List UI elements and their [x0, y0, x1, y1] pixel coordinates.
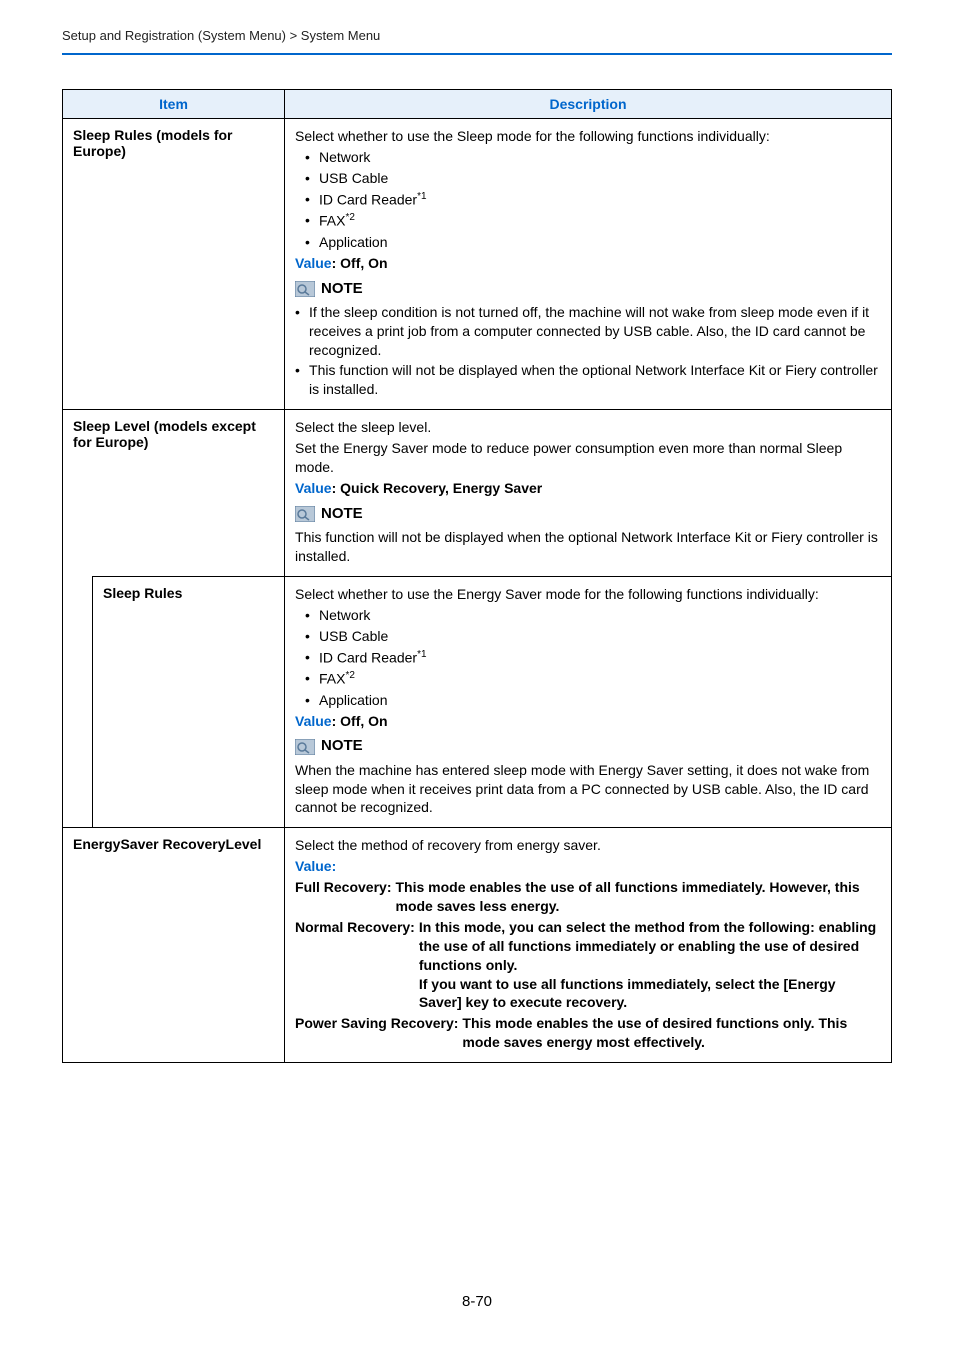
value-label: Value [295, 480, 332, 496]
value-label: Value [295, 858, 332, 874]
header-item: Item [63, 90, 285, 119]
list-item: Application [305, 233, 881, 252]
desc-intro: Select whether to use the Energy Saver m… [295, 585, 881, 604]
breadcrumb: Setup and Registration (System Menu) > S… [62, 28, 892, 51]
page-number: 8-70 [0, 1293, 954, 1310]
list-item: ID Card Reader*1 [305, 190, 881, 210]
entry-value: In this mode, you can select the method … [419, 918, 881, 1012]
desc-line: Set the Energy Saver mode to reduce powe… [295, 439, 881, 477]
desc-intro: Select whether to use the Sleep mode for… [295, 127, 881, 146]
bullet-list: Network USB Cable ID Card Reader*1 FAX*2… [305, 148, 881, 252]
desc-intro: Select the method of recovery from energ… [295, 836, 881, 855]
note-label: NOTE [321, 504, 363, 524]
list-item: FAX*2 [305, 211, 881, 231]
list-item-label: ID Card Reader [319, 191, 417, 207]
item-sleep-rules-nested: Sleep Rules [93, 576, 285, 827]
note-label: NOTE [321, 279, 363, 299]
item-energy-saver-recovery: EnergySaver RecoveryLevel [63, 828, 285, 1063]
bullet-list: Network USB Cable ID Card Reader*1 FAX*2… [305, 606, 881, 710]
value-label: Value [295, 255, 332, 271]
value-colon: : [332, 858, 337, 874]
entry-value: This mode enables the use of desired fun… [462, 1014, 881, 1052]
list-item: Application [305, 691, 881, 710]
superscript-2: *2 [345, 212, 354, 223]
list-item: This function will not be displayed when… [295, 361, 881, 399]
superscript-1: *1 [417, 649, 426, 660]
desc-sleep-level: Select the sleep level. Set the Energy S… [285, 410, 892, 577]
table-row: Sleep Rules Select whether to use the En… [63, 576, 892, 827]
desc-energy-saver-recovery: Select the method of recovery from energ… [285, 828, 892, 1063]
value-text: : Off, On [332, 713, 388, 729]
list-item: ID Card Reader*1 [305, 648, 881, 668]
list-item: Network [305, 148, 881, 167]
list-item-label: FAX [319, 671, 345, 687]
recovery-entry-full: Full Recovery: This mode enables the use… [295, 878, 881, 916]
desc-line: Select the sleep level. [295, 418, 881, 437]
entry-key: Power Saving Recovery: [295, 1014, 462, 1052]
recovery-entry-normal: Normal Recovery: In this mode, you can s… [295, 918, 881, 1012]
desc-sleep-rules-nested: Select whether to use the Energy Saver m… [285, 576, 892, 827]
value-text: : Quick Recovery, Energy Saver [332, 480, 543, 496]
entry-value: This mode enables the use of all functio… [396, 878, 882, 916]
superscript-2: *2 [345, 670, 354, 681]
note-icon [295, 506, 315, 522]
note-icon [295, 739, 315, 755]
value-label: Value [295, 713, 332, 729]
list-item: FAX*2 [305, 669, 881, 689]
list-item-label: FAX [319, 213, 345, 229]
table-row: Sleep Rules (models for Europe) Select w… [63, 119, 892, 410]
settings-table: Item Description Sleep Rules (models for… [62, 89, 892, 1063]
item-sleep-level: Sleep Level (models except for Europe) [63, 410, 285, 577]
note-body: This function will not be displayed when… [295, 528, 881, 566]
list-item: USB Cable [305, 627, 881, 646]
note-body: When the machine has entered sleep mode … [295, 761, 881, 818]
desc-sleep-rules-europe: Select whether to use the Sleep mode for… [285, 119, 892, 410]
list-item: If the sleep condition is not turned off… [295, 303, 881, 360]
entry-key: Full Recovery: [295, 878, 395, 916]
note-label: NOTE [321, 736, 363, 756]
list-item-label: ID Card Reader [319, 649, 417, 665]
note-list: If the sleep condition is not turned off… [295, 303, 881, 399]
recovery-entry-power-saving: Power Saving Recovery: This mode enables… [295, 1014, 881, 1052]
list-item: USB Cable [305, 169, 881, 188]
list-item: Network [305, 606, 881, 625]
note-icon [295, 281, 315, 297]
value-text: : Off, On [332, 255, 388, 271]
table-row: Sleep Level (models except for Europe) S… [63, 410, 892, 577]
header-description: Description [285, 90, 892, 119]
superscript-1: *1 [417, 191, 426, 202]
entry-key: Normal Recovery: [295, 918, 419, 1012]
table-row: EnergySaver RecoveryLevel Select the met… [63, 828, 892, 1063]
indent-cell [63, 576, 93, 827]
item-sleep-rules-europe: Sleep Rules (models for Europe) [63, 119, 285, 410]
